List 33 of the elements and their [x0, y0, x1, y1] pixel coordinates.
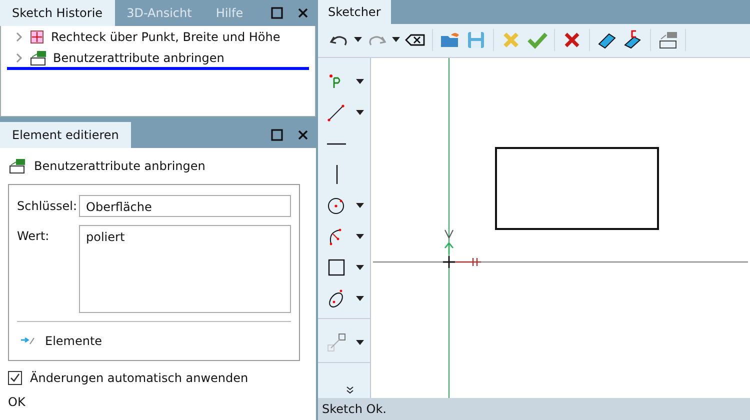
caret-icon[interactable]	[356, 340, 364, 346]
caret-icon[interactable]	[392, 37, 400, 44]
auto-apply-label: Änderungen automatisch anwenden	[30, 371, 248, 385]
caret-icon[interactable]	[356, 78, 364, 85]
more-icon[interactable]	[346, 386, 354, 394]
caret-icon[interactable]	[356, 202, 364, 209]
key-field[interactable]: Oberfläche	[79, 195, 291, 217]
caret-icon[interactable]	[356, 264, 364, 271]
rectangle-icon	[29, 29, 45, 45]
attribute-icon	[29, 50, 47, 66]
caret-icon[interactable]	[354, 37, 362, 44]
chevron-icon[interactable]	[15, 32, 23, 42]
rectangle-shape[interactable]	[495, 147, 659, 230]
construction-icon[interactable]	[326, 332, 348, 354]
panel-title: Element editieren	[0, 122, 131, 148]
element-heading: Benutzerattribute anbringen	[34, 159, 206, 173]
status-bar: Sketch Ok.	[318, 398, 750, 420]
caret-icon[interactable]	[356, 234, 364, 240]
value-label: Wert:	[17, 228, 50, 245]
status-text: OK	[8, 395, 26, 409]
attribute-icon[interactable]	[657, 29, 679, 52]
chevron-icon[interactable]	[15, 53, 23, 63]
sketcher-tab[interactable]: Sketcher	[318, 0, 391, 24]
elements-link[interactable]: Elemente	[45, 334, 102, 348]
auto-apply-checkbox[interactable]	[8, 371, 22, 385]
caret-icon[interactable]	[356, 296, 364, 302]
arrow-icon	[21, 336, 35, 346]
attribute-icon	[8, 158, 26, 174]
tree-item[interactable]: Rechteck über Punkt, Breite und Höhe	[7, 28, 309, 49]
panel-tab[interactable]: Sketch Historie	[0, 0, 115, 26]
tree-item[interactable]: Benutzerattribute anbringen	[7, 49, 309, 70]
value-field[interactable]: poliert	[79, 225, 291, 313]
caret-icon[interactable]	[356, 110, 364, 116]
